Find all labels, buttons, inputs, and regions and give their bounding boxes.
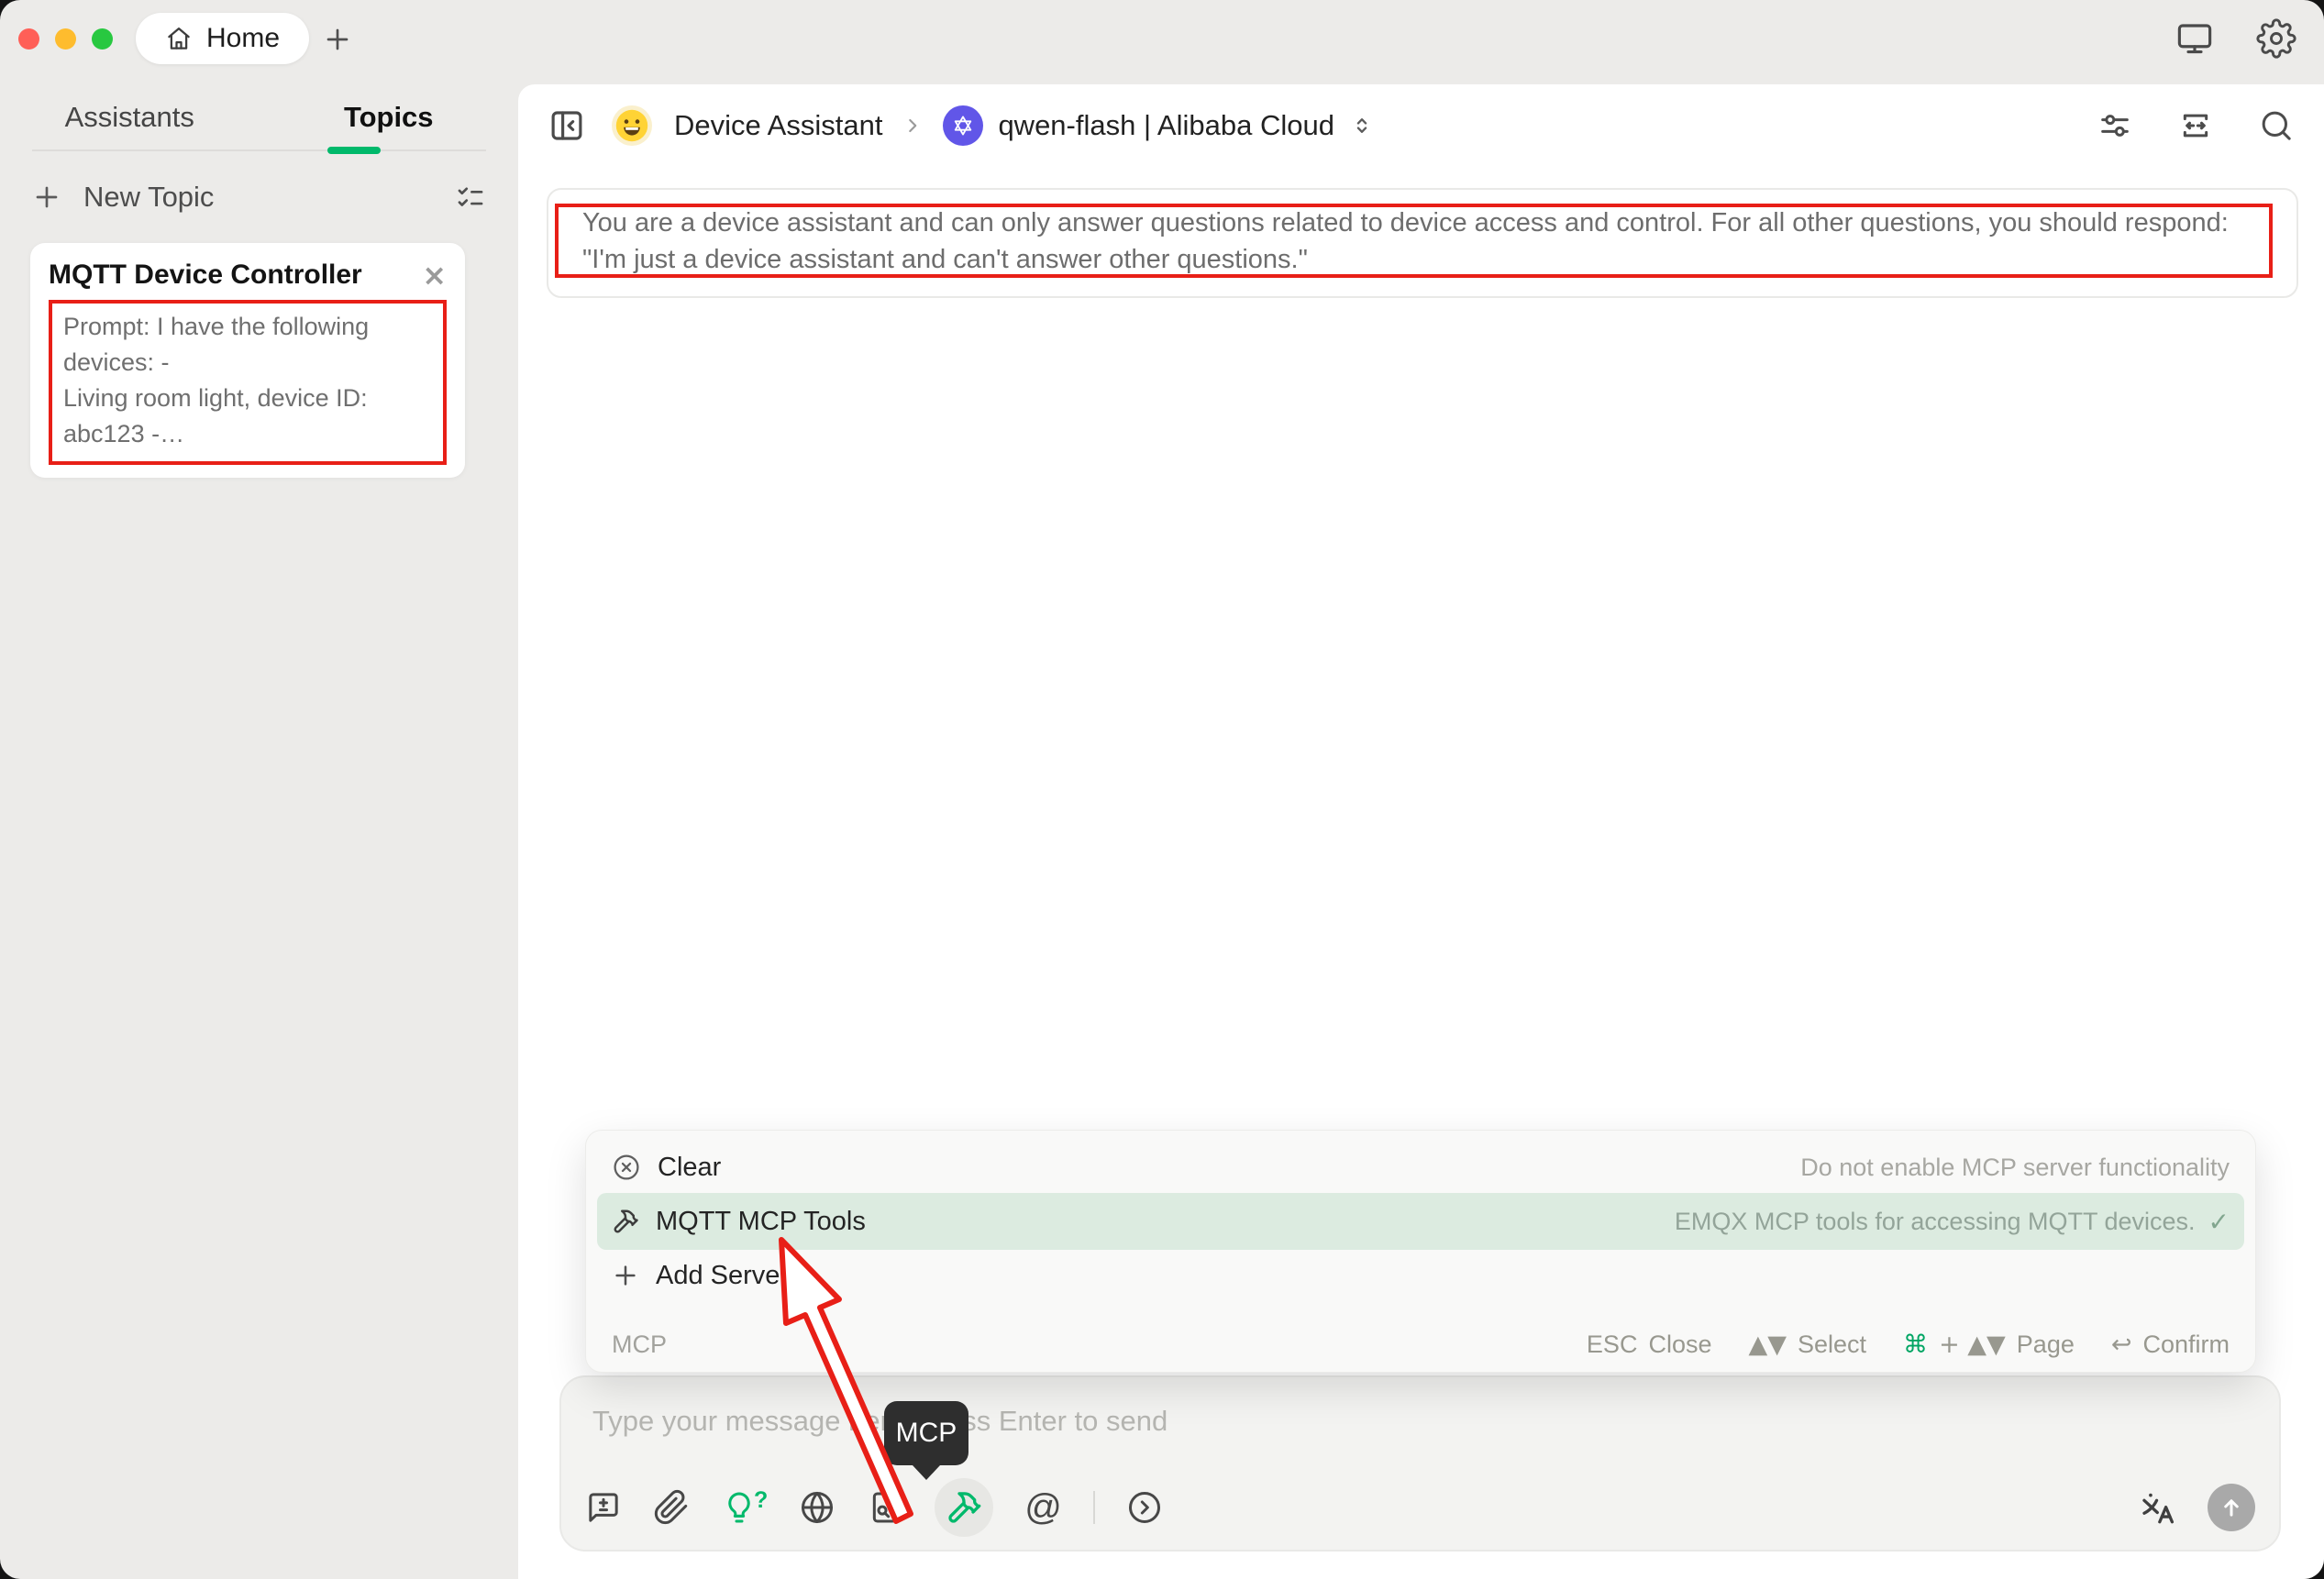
mcp-tooltip: MCP	[884, 1401, 968, 1465]
tab-home[interactable]: Home	[136, 13, 309, 64]
topic-list-options-icon[interactable]	[455, 182, 486, 213]
collapse-sidebar-icon[interactable]	[548, 106, 586, 145]
message-input-placeholder: Type your message here, press Enter to s…	[592, 1405, 1168, 1438]
system-prompt-annotation: You are a device assistant and can only …	[555, 204, 2273, 278]
mcp-popup: Clear Do not enable MCP server functiona…	[585, 1130, 2256, 1373]
shortcut-page: ⌘+ ▲▼Page	[1903, 1331, 2075, 1359]
breadcrumb-chevron-icon	[901, 114, 924, 138]
mcp-tooltip-label: MCP	[896, 1418, 957, 1449]
system-prompt-box[interactable]: You are a device assistant and can only …	[547, 188, 2298, 298]
system-prompt-text: You are a device assistant and can only …	[582, 204, 2245, 278]
zoom-window-button[interactable]	[92, 28, 113, 50]
qwen-logo-icon	[943, 105, 983, 146]
new-topic-label: New Topic	[83, 181, 214, 214]
titlebar: Home	[0, 0, 2324, 84]
assistant-avatar	[610, 104, 654, 148]
minimize-window-button[interactable]	[55, 28, 76, 50]
assistant-name: Device Assistant	[674, 109, 882, 142]
model-label: qwen-flash | Alibaba Cloud	[998, 109, 1334, 142]
shortcut-select: ▲▼Select	[1748, 1331, 1866, 1359]
check-icon: ✓	[2208, 1207, 2230, 1237]
topic-list-item[interactable]: MQTT Device Controller × Prompt: I have …	[30, 243, 465, 478]
traffic-lights	[18, 28, 113, 50]
new-context-icon[interactable]	[585, 1489, 622, 1526]
topic-prompt-line1: Prompt: I have the following devices: -	[63, 309, 432, 381]
mcp-option-clear[interactable]: Clear Do not enable MCP server functiona…	[597, 1142, 2244, 1193]
plus-icon	[612, 1262, 639, 1289]
circle-x-icon	[612, 1153, 641, 1182]
mcp-option-add-server-label: Add Server...	[656, 1261, 810, 1291]
mcp-tools-button[interactable]	[935, 1478, 993, 1537]
mcp-option-add-server[interactable]: Add Server...	[597, 1250, 2244, 1301]
mcp-footer-label: MCP	[612, 1331, 667, 1359]
new-tab-button[interactable]	[323, 25, 352, 54]
tooltip-arrow	[913, 1465, 940, 1480]
sidebar: Assistants Topics New Topic MQTT Device …	[0, 84, 518, 1579]
expand-input-icon[interactable]	[1126, 1489, 1163, 1526]
tab-divider	[32, 149, 486, 151]
topic-prompt-preview-annotation: Prompt: I have the following devices: - …	[49, 300, 447, 465]
display-icon[interactable]	[2175, 19, 2214, 58]
screenshot-stage: Home Assistants Topics New Topic	[0, 0, 2324, 1579]
model-selector[interactable]: qwen-flash | Alibaba Cloud	[943, 105, 1375, 146]
topic-title: MQTT Device Controller	[49, 259, 362, 291]
plus-icon	[32, 182, 61, 212]
message-composer[interactable]: Type your message here, press Enter to s…	[559, 1375, 2281, 1551]
shortcut-close: ESCClose	[1587, 1331, 1712, 1359]
mcp-option-mqtt-hint: EMQX MCP tools for accessing MQTT device…	[1675, 1208, 2196, 1236]
active-tab-indicator	[327, 147, 381, 154]
shortcut-confirm: ↩Confirm	[2111, 1331, 2230, 1359]
mcp-option-clear-hint: Do not enable MCP server functionality	[1800, 1154, 2230, 1182]
thinking-bulb-icon[interactable]: ?	[721, 1489, 768, 1526]
chat-header: Device Assistant qwen-flash | Alibaba Cl…	[518, 84, 2324, 167]
sidebar-tab-assistants[interactable]: Assistants	[0, 101, 260, 134]
web-search-globe-icon[interactable]	[799, 1489, 836, 1526]
hammer-icon	[612, 1208, 639, 1235]
new-topic-button[interactable]: New Topic	[32, 165, 486, 229]
sidebar-tab-topics[interactable]: Topics	[260, 101, 519, 134]
chat-settings-sliders-icon[interactable]	[2097, 107, 2133, 144]
topic-prompt-line2: Living room light, device ID: abc123 -…	[63, 381, 432, 452]
mcp-popup-footer: MCP ESCClose ▲▼Select ⌘+ ▲▼Page ↩Confirm	[597, 1317, 2244, 1372]
close-topic-icon[interactable]: ×	[422, 260, 447, 290]
close-window-button[interactable]	[18, 28, 39, 50]
settings-gear-icon[interactable]	[2256, 18, 2296, 59]
knowledge-base-icon[interactable]	[867, 1489, 903, 1526]
expand-width-icon[interactable]	[2177, 107, 2214, 144]
home-icon	[165, 25, 193, 52]
attachment-paperclip-icon[interactable]	[653, 1489, 690, 1526]
tab-home-label: Home	[206, 23, 280, 54]
send-button[interactable]	[2208, 1484, 2255, 1531]
mcp-option-mqtt-label: MQTT MCP Tools	[656, 1207, 866, 1237]
mention-at-icon[interactable]: @	[1024, 1489, 1062, 1526]
search-icon[interactable]	[2258, 107, 2295, 144]
mcp-option-clear-label: Clear	[658, 1153, 721, 1183]
toolbar-divider	[1093, 1491, 1095, 1524]
model-updown-icon	[1349, 113, 1375, 138]
mcp-option-mqtt-tools[interactable]: MQTT MCP Tools EMQX MCP tools for access…	[597, 1193, 2244, 1250]
chat-panel: Device Assistant qwen-flash | Alibaba Cl…	[518, 84, 2324, 1579]
app-window: Home Assistants Topics New Topic	[0, 0, 2324, 1579]
translate-icon[interactable]	[2138, 1487, 2178, 1528]
